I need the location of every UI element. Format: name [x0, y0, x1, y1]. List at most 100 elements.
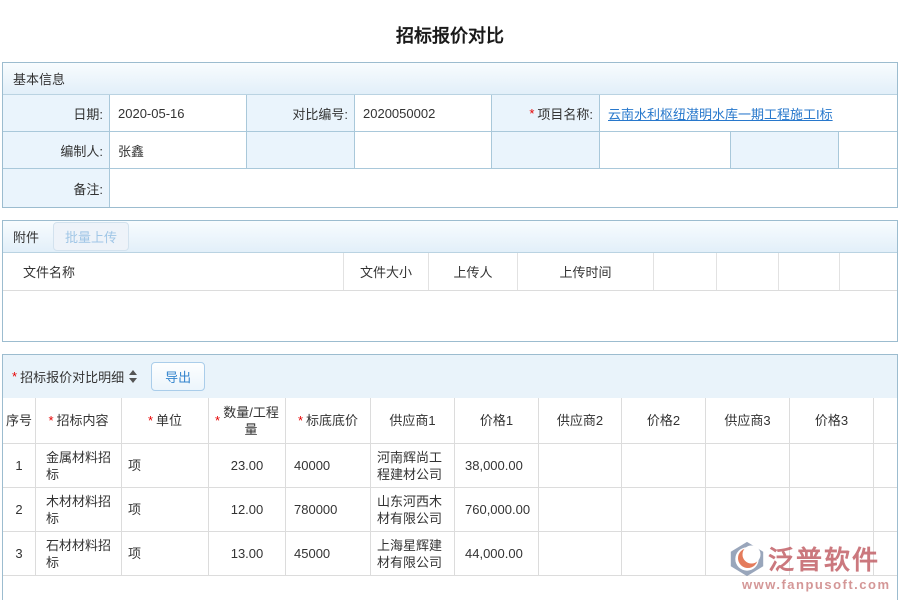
- col-empty: [840, 253, 897, 290]
- col-empty: [779, 253, 840, 290]
- attachments-section: 附件 批量上传 文件名称 文件大小 上传人 上传时间: [2, 220, 898, 342]
- basic-info-section-header: 基本信息: [3, 63, 897, 95]
- cell-supplier3: [706, 488, 790, 531]
- col-label: 序号: [6, 412, 32, 429]
- col-unit: * 单位: [122, 398, 209, 443]
- col-label: 价格1: [480, 412, 513, 429]
- remark-label: 备注:: [3, 169, 110, 207]
- cell-base-price: 45000: [286, 532, 371, 575]
- page-title: 招标报价对比: [0, 0, 900, 62]
- attachments-table-header: 文件名称 文件大小 上传人 上传时间: [3, 253, 897, 291]
- basic-info-row-3: 备注:: [3, 169, 897, 207]
- cell-bid-content: 石材材料招标: [36, 532, 122, 575]
- cell-supplier3: [706, 444, 790, 487]
- attachments-empty-body: [3, 291, 897, 341]
- cell-price1: 44,000.00: [455, 532, 539, 575]
- fanpu-watermark: 泛普软件 www.fanpusoft.com: [728, 540, 896, 592]
- table-row: 2 木材材料招标 项 12.00 780000 山东河西木材有限公司 760,0…: [3, 488, 897, 532]
- cell-supplier2: [539, 532, 622, 575]
- cell-quantity: 12.00: [209, 488, 286, 531]
- col-uploader: 上传人: [429, 253, 518, 290]
- creator-value: 张鑫: [110, 132, 247, 168]
- col-label: 招标内容: [57, 412, 109, 429]
- compare-no-label: 对比编号:: [247, 95, 355, 131]
- cell-supplier1: 上海星辉建材有限公司: [371, 532, 455, 575]
- attachments-section-header: 附件 批量上传: [3, 221, 897, 253]
- attachments-title: 附件: [13, 227, 39, 246]
- col-supplier3: 供应商3: [706, 398, 790, 443]
- cell-supplier2: [539, 488, 622, 531]
- details-table-header: 序号 * 招标内容 * 单位 * 数量/工程量 * 标底底价 供应商1: [3, 398, 897, 444]
- cell-supplier1: 河南辉尚工程建材公司: [371, 444, 455, 487]
- col-label: 供应商2: [557, 412, 603, 429]
- cell-supplier1: 山东河西木材有限公司: [371, 488, 455, 531]
- col-empty: [717, 253, 779, 290]
- cell-price3: [790, 488, 874, 531]
- brand-website: www.fanpusoft.com: [728, 577, 896, 592]
- cell-seq: 1: [3, 444, 36, 487]
- export-button[interactable]: 导出: [151, 362, 205, 391]
- cell-bid-content: 木材材料招标: [36, 488, 122, 531]
- cell-empty: [874, 444, 897, 487]
- basic-info-section: 基本信息 日期: 2020-05-16 对比编号: 2020050002 * 项…: [2, 62, 898, 208]
- project-name-cell: 云南水利枢纽潜明水库一期工程施工I标: [600, 95, 897, 131]
- table-row: 1 金属材料招标 项 23.00 40000 河南辉尚工程建材公司 38,000…: [3, 444, 897, 488]
- cell-price1: 760,000.00: [455, 488, 539, 531]
- col-label: 供应商3: [724, 412, 770, 429]
- cell-unit: 项: [122, 444, 209, 487]
- col-upload-time: 上传时间: [518, 253, 654, 290]
- col-quantity: * 数量/工程量: [209, 398, 286, 443]
- cell-base-price: 40000: [286, 444, 371, 487]
- project-name-label-text: 项目名称:: [537, 104, 593, 123]
- required-mark: *: [48, 412, 53, 429]
- required-mark: *: [298, 412, 303, 429]
- empty-value-cell: [839, 132, 897, 168]
- col-file-name: 文件名称: [3, 253, 344, 290]
- cell-empty: [874, 488, 897, 531]
- compare-no-value: 2020050002: [355, 95, 492, 131]
- cell-unit: 项: [122, 488, 209, 531]
- date-value: 2020-05-16: [110, 95, 247, 131]
- col-price1: 价格1: [455, 398, 539, 443]
- project-name-link[interactable]: 云南水利枢纽潜明水库一期工程施工I标: [608, 104, 833, 123]
- brand-name: 泛普软件: [768, 540, 880, 577]
- required-mark: *: [529, 106, 534, 121]
- creator-label: 编制人:: [3, 132, 110, 168]
- required-mark: *: [12, 369, 17, 384]
- basic-info-title: 基本信息: [13, 69, 65, 88]
- empty-label-cell: [492, 132, 600, 168]
- details-title: 招标报价对比明细: [20, 367, 124, 386]
- basic-info-row-1: 日期: 2020-05-16 对比编号: 2020050002 * 项目名称: …: [3, 95, 897, 132]
- col-empty: [874, 398, 897, 443]
- col-base-price: * 标底底价: [286, 398, 371, 443]
- cell-seq: 3: [3, 532, 36, 575]
- fanpu-logo-row: 泛普软件: [728, 540, 896, 577]
- cell-base-price: 780000: [286, 488, 371, 531]
- cell-price2: [622, 488, 706, 531]
- details-section-header: * 招标报价对比明细 导出: [3, 355, 897, 398]
- col-supplier2: 供应商2: [539, 398, 622, 443]
- cell-price3: [790, 444, 874, 487]
- col-supplier1: 供应商1: [371, 398, 455, 443]
- col-price2: 价格2: [622, 398, 706, 443]
- col-label: 价格3: [815, 412, 848, 429]
- date-label: 日期:: [3, 95, 110, 131]
- col-seq: 序号: [3, 398, 36, 443]
- project-name-label: * 项目名称:: [492, 95, 600, 131]
- sort-up-icon: [129, 370, 137, 375]
- cell-price1: 38,000.00: [455, 444, 539, 487]
- sort-arrows-icon[interactable]: [129, 370, 137, 383]
- col-label: 标底底价: [306, 412, 358, 429]
- remark-value: [110, 169, 897, 207]
- fanpu-logo-icon: [728, 541, 766, 577]
- cell-quantity: 13.00: [209, 532, 286, 575]
- cell-price2: [622, 532, 706, 575]
- batch-upload-button[interactable]: 批量上传: [53, 222, 129, 251]
- empty-label-cell: [731, 132, 839, 168]
- cell-price2: [622, 444, 706, 487]
- empty-value-cell: [600, 132, 731, 168]
- sort-down-icon: [129, 378, 137, 383]
- cell-unit: 项: [122, 532, 209, 575]
- col-label: 供应商1: [389, 412, 435, 429]
- col-label: 单位: [156, 412, 182, 429]
